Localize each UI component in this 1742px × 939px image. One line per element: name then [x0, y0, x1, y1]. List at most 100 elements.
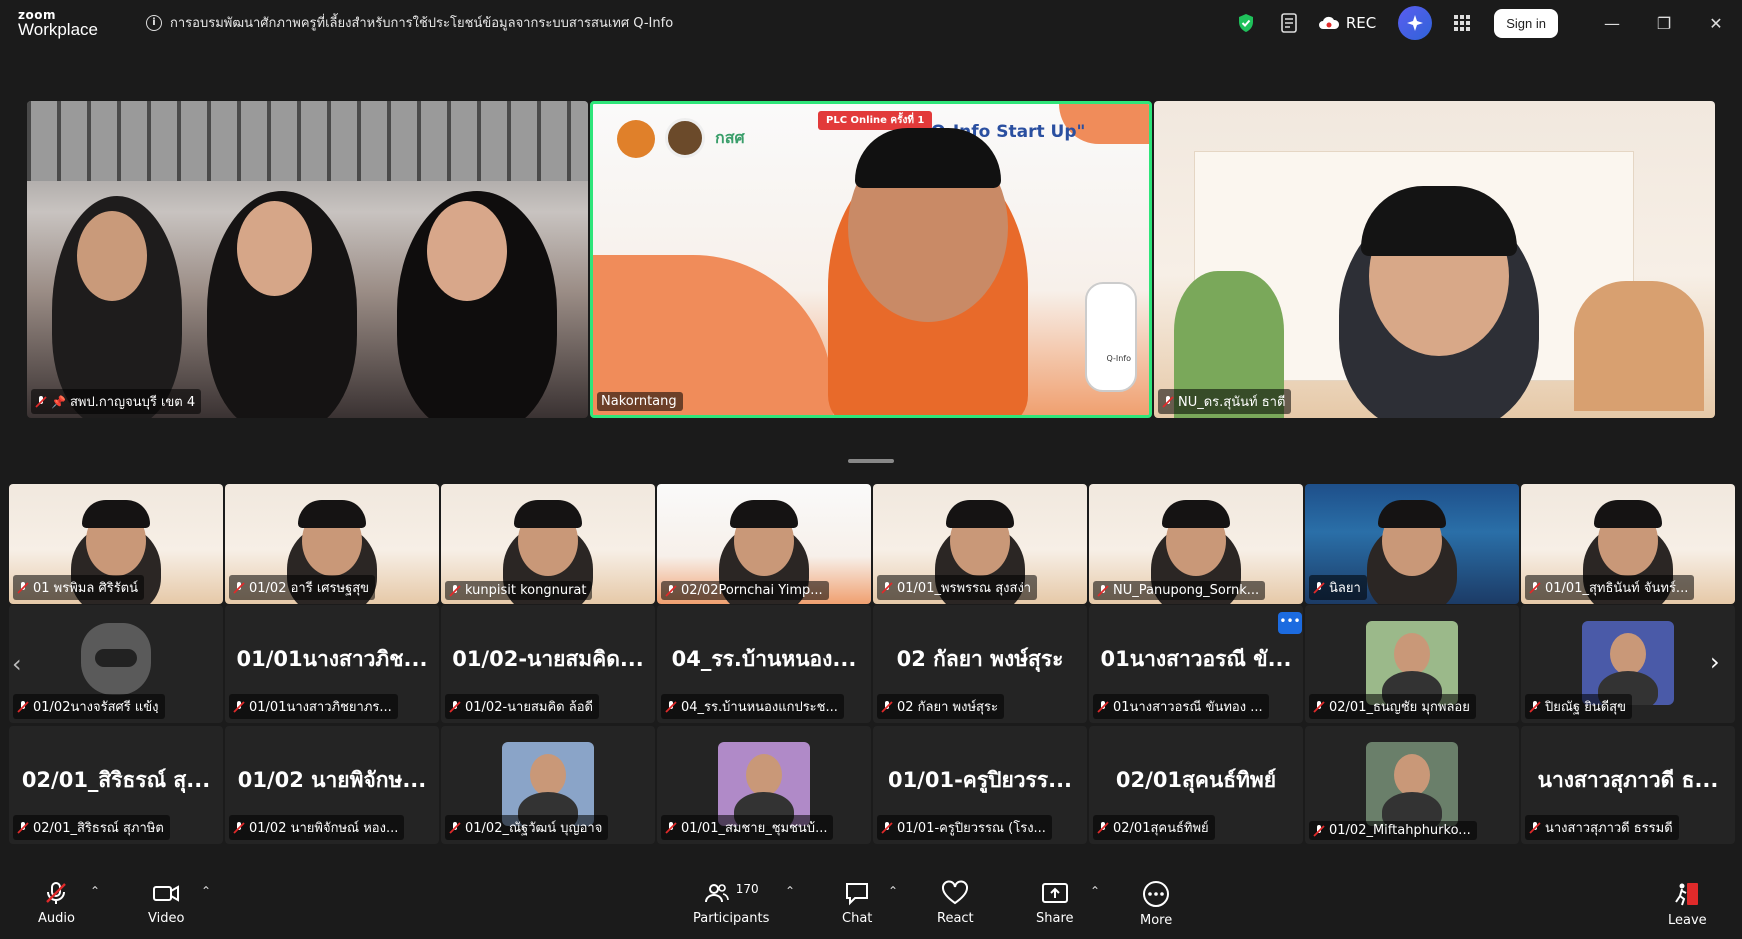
tile-more-options-button[interactable]: ••• — [1278, 612, 1302, 634]
meeting-title: การอบรมพัฒนาศักภาพครูที่เลี้ยงสำหรับการใ… — [170, 16, 674, 31]
participant-tile[interactable]: 04_รร.บ้านหนอง... 04_รร.บ้านหนองแกประช... — [657, 605, 871, 723]
mic-muted-icon — [1162, 395, 1174, 408]
participant-name-tag: 01/02 อารี เศรษฐสุข — [229, 575, 376, 600]
mic-muted-icon — [665, 584, 677, 597]
info-icon[interactable]: i — [146, 14, 162, 31]
participants-icon — [704, 884, 729, 903]
zoom-workplace-logo: zoom Workplace — [18, 9, 98, 38]
participant-hair — [1162, 500, 1230, 528]
react-button[interactable]: React — [937, 880, 974, 926]
gallery-next-arrow[interactable]: › — [1710, 648, 1720, 676]
chat-button[interactable]: Chat — [842, 880, 872, 926]
pin-icon: 📌 — [51, 394, 66, 409]
participant-tile[interactable]: NU_Panupong_Sornk... — [1089, 484, 1303, 604]
chat-options-chevron[interactable]: ⌃ — [888, 884, 898, 898]
speaker-tile[interactable]: NU_ดร.สุนันท์ ธาตี — [1154, 101, 1715, 418]
mic-muted-icon — [1097, 584, 1109, 597]
notes-icon[interactable] — [1278, 11, 1302, 35]
sign-in-button[interactable]: Sign in — [1494, 8, 1558, 38]
active-speaker-tile[interactable]: กสศ PLC Online ครั้งที่ 1 Q-Info Start U… — [590, 101, 1152, 418]
participant-face — [427, 201, 507, 301]
participant-tile[interactable]: 01/01_สมชาย_ชุมชนบ้... — [657, 726, 871, 844]
video-label: Video — [148, 911, 185, 926]
window-bars — [27, 101, 588, 181]
video-options-chevron[interactable]: ⌃ — [201, 884, 211, 898]
participant-name-tag: 01/02นางจรัสศรี แข้งฺ — [13, 694, 165, 719]
mic-muted-icon — [233, 700, 245, 713]
participant-tile[interactable]: 01นางสาวอรณี ขั... 01นางสาวอรณี ขันทอง ..… — [1089, 605, 1303, 723]
participant-tile[interactable]: 01/01-ครูปิยวรร... 01/01-ครูปิยวรรณ (โรง.… — [873, 726, 1087, 844]
participant-name-tag: นิลยา — [1309, 575, 1367, 600]
share-button[interactable]: Share — [1036, 880, 1074, 926]
profile-picture — [502, 742, 594, 826]
participant-name-tag: kunpisit kongnurat — [445, 581, 593, 600]
participants-button[interactable]: 170 Participants — [693, 880, 769, 926]
gallery-prev-arrow[interactable]: ‹ — [12, 650, 22, 678]
ai-companion-button[interactable] — [1398, 6, 1433, 40]
profile-picture — [1366, 742, 1458, 826]
video-button[interactable]: Video — [148, 880, 184, 926]
participant-tile[interactable]: 01 พรพิมล ศิริรัตน์ — [9, 484, 223, 604]
participant-tile[interactable]: 01/01_สุทธินันท์ จันทร์... — [1521, 484, 1735, 604]
participant-face — [237, 201, 312, 296]
participant-tile[interactable]: 01/01นางสาวภิช... 01/01นางสาวภิชยาภร... — [225, 605, 439, 723]
participant-tile[interactable]: 02 กัลยา พงษ์สุระ 02 กัลยา พงษ์สุระ — [873, 605, 1087, 723]
participant-tile[interactable]: 01/02_Miftahphurko... — [1305, 726, 1519, 844]
close-window-button[interactable]: ✕ — [1690, 0, 1742, 46]
record-button[interactable]: REC — [1318, 14, 1376, 32]
participant-name: 01/02-นายสมคิด ล้อดี — [465, 700, 593, 715]
participant-name: 01นางสาวอรณี ขันทอง ... — [1113, 700, 1263, 715]
mic-muted-icon — [881, 821, 893, 834]
participant-hair — [946, 500, 1014, 528]
participant-tile[interactable]: 01/02_ณัฐวัฒน์ บุญอาจ — [441, 726, 655, 844]
minimize-button[interactable]: — — [1586, 0, 1638, 46]
participant-name-tag: 04_รร.บ้านหนองแกประช... — [661, 694, 844, 719]
participant-name-tag: 01/02_ณัฐวัฒน์ บุญอาจ — [445, 815, 609, 840]
participant-tile[interactable]: 02/01_สิริธรณ์ สุ... 02/01_สิริธรณ์ สุภาษ… — [9, 726, 223, 844]
apps-grid-icon[interactable] — [1450, 11, 1474, 35]
participant-display-name: 01/02-นายสมคิด... — [452, 647, 644, 671]
speaker-name: สพป.กาญจนบุรี เขต 4 — [69, 395, 196, 410]
share-options-chevron[interactable]: ⌃ — [1090, 884, 1100, 898]
restore-button[interactable]: ❐ — [1638, 0, 1690, 46]
participants-options-chevron[interactable]: ⌃ — [785, 884, 795, 898]
participant-name: 01/02 อารี เศรษฐสุข — [249, 581, 370, 596]
meeting-info[interactable]: i การอบรมพัฒนาศักภาพครูที่เลี้ยงสำหรับกา… — [146, 12, 673, 33]
participant-tile[interactable]: 01/02นางจรัสศรี แข้งฺ — [9, 605, 223, 723]
participant-tile[interactable]: 01/02 นายพิจักษ... 01/02 นายพิจักษณ์ หอง.… — [225, 726, 439, 844]
speaker-name-tag: NU_ดร.สุนันท์ ธาตี — [1158, 389, 1292, 414]
more-button[interactable]: More — [1140, 880, 1172, 928]
participant-tile[interactable]: ปิยณัฐ ยินดีสุข — [1521, 605, 1735, 723]
cloud-record-icon — [1318, 16, 1339, 29]
participant-tile[interactable]: 01/02 อารี เศรษฐสุข — [225, 484, 439, 604]
participant-name-tag: 01/02_Miftahphurko... — [1309, 821, 1477, 840]
leave-button[interactable]: Leave — [1668, 880, 1707, 928]
participant-name: 01/01_สุทธินันท์ จันทร์... — [1545, 581, 1689, 596]
audio-button[interactable]: Audio — [38, 880, 75, 926]
chat-label: Chat — [842, 911, 873, 926]
participant-name: 02 กัลยา พงษ์สุระ — [897, 700, 998, 715]
mic-muted-icon — [46, 882, 67, 904]
participant-name-tag: NU_Panupong_Sornk... — [1093, 581, 1266, 600]
participant-display-name: 01นางสาวอรณี ขั... — [1100, 647, 1292, 671]
participant-tile[interactable]: 02/01_ธนญชัย มุกพลอย — [1305, 605, 1519, 723]
participant-name-tag: ปิยณัฐ ยินดีสุข — [1525, 694, 1633, 719]
participant-tile[interactable]: 01/02-นายสมคิด... 01/02-นายสมคิด ล้อดี — [441, 605, 655, 723]
mic-muted-icon — [17, 821, 29, 834]
participant-tile[interactable]: kunpisit kongnurat — [441, 484, 655, 604]
audio-options-chevron[interactable]: ⌃ — [90, 884, 100, 898]
security-shield-icon[interactable] — [1234, 11, 1258, 35]
resize-handle[interactable] — [848, 459, 894, 463]
participant-tile[interactable]: 02/02Pornchai Yimp... — [657, 484, 871, 604]
participant-tile[interactable]: 01/01_พรพรรณ สุงสง่า — [873, 484, 1087, 604]
speaker-tile[interactable]: 📌 สพป.กาญจนบุรี เขต 4 — [27, 101, 588, 418]
participant-display-name: 02/01_สิริธรณ์ สุ... — [21, 768, 211, 792]
participant-tile[interactable]: 02/01สุคนธ์ทิพย์ 02/01สุคนธ์ทิพย์ — [1089, 726, 1303, 844]
participant-name: 01 พรพิมล ศิริรัตน์ — [33, 581, 139, 596]
sparkle-icon — [1407, 15, 1424, 31]
participant-name-tag: 02/01_สิริธรณ์ สุภาษิต — [13, 815, 170, 840]
mic-muted-icon — [449, 584, 461, 597]
participant-name-tag: 01/02-นายสมคิด ล้อดี — [445, 694, 599, 719]
participant-tile[interactable]: นิลยา — [1305, 484, 1519, 604]
participant-tile[interactable]: นางสาวสุภาวดี ธ... นางสาวสุภาวดี ธรรมดี — [1521, 726, 1735, 844]
